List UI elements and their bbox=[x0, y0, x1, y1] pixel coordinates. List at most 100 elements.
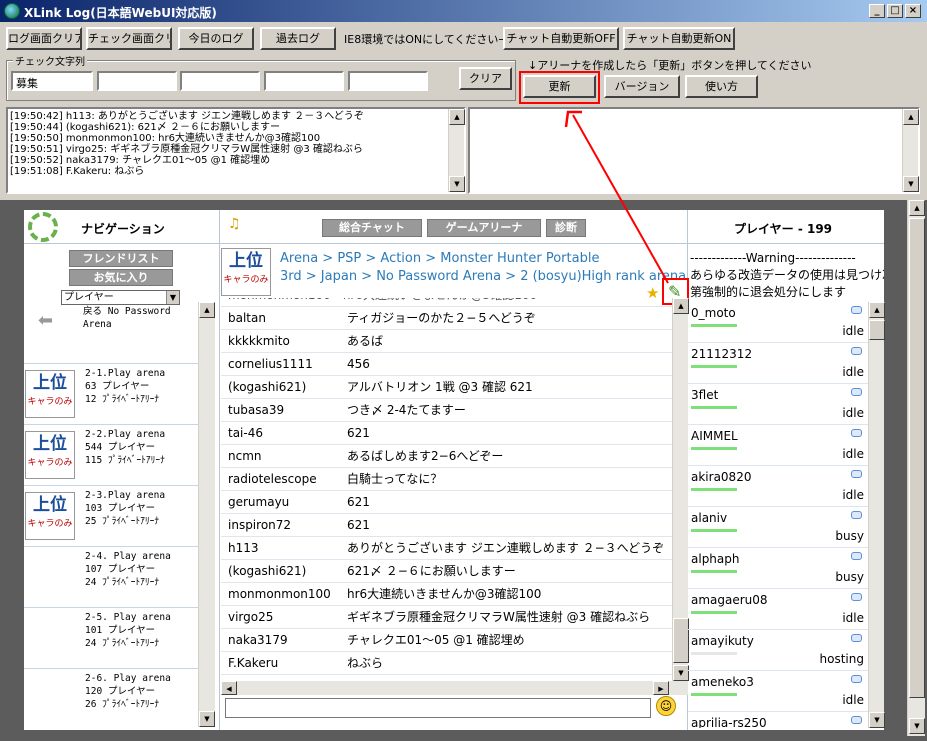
scroll-down-icon[interactable]: ▼ bbox=[199, 711, 215, 727]
player-row[interactable]: 21112312 idle bbox=[688, 343, 868, 384]
player-pane[interactable]: 0_moto idle 21112312 idle 3flet idle AIMMEL idl… bbox=[688, 302, 868, 728]
chat-bubble-icon[interactable] bbox=[851, 552, 862, 560]
check-result-pane[interactable] bbox=[468, 107, 920, 194]
check-clear-button[interactable]: クリア bbox=[459, 67, 512, 90]
chat-bubble-icon[interactable] bbox=[851, 388, 862, 396]
tab-general-chat[interactable]: 総合チャット bbox=[322, 219, 422, 237]
scroll-up-icon[interactable]: ▲ bbox=[673, 298, 689, 314]
maximize-button[interactable]: □ bbox=[887, 4, 903, 18]
chat-user[interactable]: kkkkkmito bbox=[228, 330, 290, 352]
scroll-up-icon[interactable]: ▲ bbox=[909, 200, 925, 216]
chat-pane[interactable]: monmonmon100 hr6大連続いきませんか@3確認100 baltan テ… bbox=[221, 298, 673, 680]
check-field-1[interactable]: 募集 bbox=[11, 71, 93, 91]
check-result-scrollbar[interactable]: ▲ ▼ bbox=[902, 109, 919, 192]
scroll-down-icon[interactable]: ▼ bbox=[909, 718, 925, 734]
close-button[interactable]: × bbox=[905, 4, 921, 18]
log-scrollbar[interactable]: ▲ ▼ bbox=[448, 109, 465, 192]
chat-user[interactable]: h113 bbox=[228, 537, 259, 559]
player-name[interactable]: 3flet bbox=[691, 388, 718, 402]
music-icon[interactable]: ♫ bbox=[228, 216, 241, 232]
chat-bubble-icon[interactable] bbox=[851, 593, 862, 601]
chat-bubble-icon[interactable] bbox=[851, 675, 862, 683]
friend-list-button[interactable]: フレンドリスト bbox=[69, 250, 173, 267]
tab-diagnosis[interactable]: 診断 bbox=[546, 219, 586, 237]
player-row[interactable]: akira0820 idle bbox=[688, 466, 868, 507]
breadcrumb[interactable]: Arena > PSP > Action > Monster Hunter Po… bbox=[280, 250, 686, 286]
player-row[interactable]: 3flet idle bbox=[688, 384, 868, 425]
log-pane[interactable]: [19:50:42] h113: ありがとうございます ジエン連戦しめます ２－… bbox=[6, 107, 466, 194]
player-name[interactable]: akira0820 bbox=[691, 470, 751, 484]
chat-bubble-icon[interactable] bbox=[851, 347, 862, 355]
chat-user[interactable]: tubasa39 bbox=[228, 399, 284, 421]
arena-name[interactable]: 2-5. Play arena bbox=[85, 611, 171, 624]
back-arrow-icon[interactable]: ⬅ bbox=[38, 310, 53, 331]
check-field-4[interactable] bbox=[264, 71, 344, 91]
scroll-down-icon[interactable]: ▼ bbox=[673, 665, 689, 681]
today-log-button[interactable]: 今日のログ bbox=[178, 27, 254, 50]
chat-user[interactable]: baltan bbox=[228, 307, 266, 329]
arena-item[interactable]: 上位 キャラのみ 2-3.Play arena 103 プレイヤー 25 ﾌﾟﾗｲﾍﾞｰ… bbox=[24, 485, 198, 546]
past-log-button[interactable]: 過去ログ bbox=[260, 27, 336, 50]
scroll-down-icon[interactable]: ▼ bbox=[449, 176, 465, 192]
check-field-3[interactable] bbox=[180, 71, 260, 91]
arena-item[interactable]: 2-4. Play arena 107 プレイヤー 24 ﾌﾟﾗｲﾍﾞｰﾄｱﾘｰﾅ bbox=[24, 546, 198, 607]
chat-user[interactable]: (kogashi621) bbox=[228, 376, 306, 398]
check-field-5[interactable] bbox=[348, 71, 428, 91]
player-name[interactable]: 21112312 bbox=[691, 347, 752, 361]
chat-user[interactable]: F.Kakeru bbox=[228, 652, 278, 674]
player-name[interactable]: amagaeru08 bbox=[691, 593, 768, 607]
favorites-button[interactable]: お気に入り bbox=[69, 269, 173, 286]
chat-user[interactable]: tai-46 bbox=[228, 422, 263, 444]
chat-scrollbar[interactable]: ▲ ▼ bbox=[672, 298, 689, 681]
arena-name[interactable]: 2-4. Play arena bbox=[85, 550, 171, 563]
chat-user[interactable]: monmonmon100 bbox=[228, 583, 331, 605]
scroll-down-icon[interactable]: ▼ bbox=[903, 176, 919, 192]
chat-hscrollbar[interactable]: ◀ ▶ bbox=[221, 681, 688, 695]
arena-item[interactable]: 上位 キャラのみ 2-1.Play arena 63 プレイヤー 12 ﾌﾟﾗｲﾍﾞｰﾄ… bbox=[24, 363, 198, 424]
player-name[interactable]: aprilia-rs250 bbox=[691, 716, 767, 728]
clear-check-button[interactable]: チェック画面クリア bbox=[86, 27, 172, 50]
player-row[interactable]: ameneko3 idle bbox=[688, 671, 868, 712]
player-name[interactable]: AIMMEL bbox=[691, 429, 738, 443]
arena-item[interactable]: 2-6. Play arena 120 プレイヤー 26 ﾌﾟﾗｲﾍﾞｰﾄｱﾘｰﾅ bbox=[24, 668, 198, 729]
player-name[interactable]: ameneko3 bbox=[691, 675, 754, 689]
chat-user[interactable]: gerumayu bbox=[228, 491, 289, 513]
chat-input[interactable] bbox=[225, 698, 651, 718]
arena-name[interactable]: 2-6. Play arena bbox=[85, 672, 171, 685]
howto-button[interactable]: 使い方 bbox=[685, 75, 758, 98]
arena-item[interactable]: 2-5. Play arena 101 プレイヤー 24 ﾌﾟﾗｲﾍﾞｰﾄｱﾘｰﾅ bbox=[24, 607, 198, 668]
scroll-right-icon[interactable]: ▶ bbox=[653, 681, 669, 695]
player-name[interactable]: amayikuty bbox=[691, 634, 754, 648]
chat-user[interactable]: inspiron72 bbox=[228, 514, 291, 536]
player-row[interactable]: amagaeru08 idle bbox=[688, 589, 868, 630]
scroll-up-icon[interactable]: ▲ bbox=[903, 109, 919, 125]
chat-user[interactable]: radiotelescope bbox=[228, 468, 317, 490]
chat-bubble-icon[interactable] bbox=[851, 306, 862, 314]
scroll-up-icon[interactable]: ▲ bbox=[199, 302, 215, 318]
scroll-down-icon[interactable]: ▼ bbox=[869, 712, 885, 728]
chat-user[interactable]: virgo25 bbox=[228, 606, 273, 628]
chat-user[interactable]: ncmn bbox=[228, 445, 262, 467]
chat-user[interactable]: cornelius1111 bbox=[228, 353, 313, 375]
chat-bubble-icon[interactable] bbox=[851, 470, 862, 478]
scroll-up-icon[interactable]: ▲ bbox=[449, 109, 465, 125]
minimize-button[interactable]: _ bbox=[869, 4, 885, 18]
player-row[interactable]: alphaph busy bbox=[688, 548, 868, 589]
back-row[interactable]: ⬅ 戻る No Password Arena bbox=[24, 302, 198, 362]
player-scrollbar[interactable]: ▲ ▼ bbox=[868, 302, 885, 728]
chat-bubble-icon[interactable] bbox=[851, 511, 862, 519]
player-row[interactable]: alaniv busy bbox=[688, 507, 868, 548]
tab-game-arena[interactable]: ゲームアリーナ bbox=[427, 219, 541, 237]
auto-update-off-button[interactable]: チャット自動更新OFF bbox=[503, 27, 619, 50]
player-name[interactable]: 0_moto bbox=[691, 306, 736, 320]
player-row[interactable]: aprilia-rs250 bbox=[688, 712, 868, 728]
scroll-thumb[interactable] bbox=[909, 218, 925, 698]
player-name[interactable]: alaniv bbox=[691, 511, 727, 525]
player-row[interactable]: AIMMEL idle bbox=[688, 425, 868, 466]
web-scrollbar[interactable]: ▲ ▼ bbox=[907, 200, 925, 736]
chat-bubble-icon[interactable] bbox=[851, 634, 862, 642]
update-button[interactable]: 更新 bbox=[523, 75, 596, 98]
clear-log-button[interactable]: ログ画面クリア bbox=[6, 27, 82, 50]
player-row[interactable]: 0_moto idle bbox=[688, 302, 868, 343]
arena-name[interactable]: 2-3.Play arena bbox=[85, 489, 165, 502]
